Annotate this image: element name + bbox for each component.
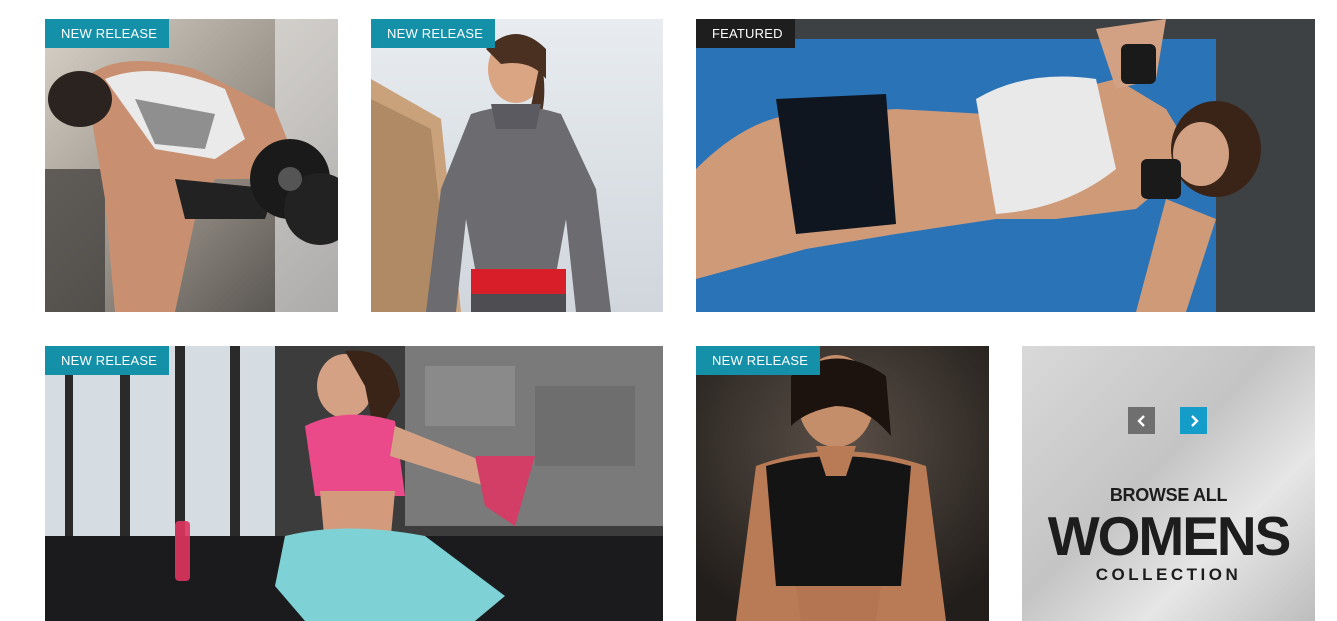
featured-tile[interactable]: FEATURED <box>696 19 1315 312</box>
product-photo <box>371 19 663 312</box>
new-release-badge: NEW RELEASE <box>45 346 170 375</box>
new-release-badge: NEW RELEASE <box>45 19 170 48</box>
product-photo <box>696 346 989 621</box>
chevron-left-icon[interactable] <box>1128 407 1155 434</box>
product-photo <box>45 19 338 312</box>
product-tile-2[interactable]: NEW RELEASE <box>371 19 663 312</box>
featured-badge: FEATURED <box>696 19 795 48</box>
product-tile-1[interactable]: NEW RELEASE <box>45 19 338 312</box>
browse-womens-collection[interactable]: BROWSE ALL WOMENS COLLECTION <box>1022 346 1315 621</box>
chevron-right-icon[interactable] <box>1180 407 1207 434</box>
product-photo <box>696 19 1315 312</box>
product-tile-3[interactable]: NEW RELEASE <box>45 346 663 621</box>
browse-all-label: BROWSE ALL <box>1109 485 1228 505</box>
womens-heading: WOMENS <box>1047 505 1292 567</box>
product-tile-4[interactable]: NEW RELEASE <box>696 346 989 621</box>
new-release-badge: NEW RELEASE <box>371 19 496 48</box>
product-photo <box>45 346 663 621</box>
new-release-badge: NEW RELEASE <box>696 346 821 375</box>
collection-label: COLLECTION <box>1095 565 1242 584</box>
